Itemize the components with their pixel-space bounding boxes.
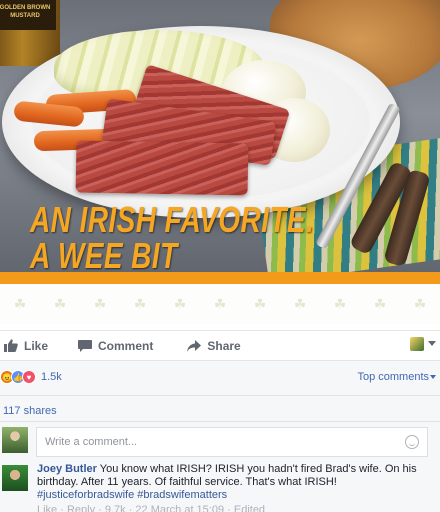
comment-body: Joey Butler You know what IRISH? IRISH y…: [37, 463, 435, 502]
top-comments-dropdown[interactable]: Top comments: [357, 371, 436, 383]
shamrock-icon: ☘: [213, 295, 227, 312]
comment-input[interactable]: Write a comment...: [36, 427, 428, 457]
comments-section: 😠 👍 ♥ 1.5k Top comments 117 shares Write…: [0, 360, 440, 512]
shamrock-icon: ☘: [413, 295, 427, 312]
shamrock-icon: ☘: [373, 295, 387, 312]
post-photo[interactable]: GOLDEN BROWN MUSTARD AN IRISH FAVORITE. …: [0, 0, 440, 284]
like-label: Like: [24, 338, 49, 353]
thumbs-up-icon: [4, 339, 18, 352]
jar-label: GOLDEN BROWN MUSTARD: [0, 0, 56, 30]
comment-button[interactable]: Comment: [78, 339, 153, 353]
page-avatar-selector[interactable]: [410, 337, 424, 351]
like-button[interactable]: Like: [4, 339, 48, 353]
comment-input-placeholder: Write a comment...: [45, 436, 138, 448]
headline-line-1: AN IRISH FAVORITE.: [30, 199, 315, 240]
hashtag-link[interactable]: #bradswifematters: [137, 489, 227, 501]
reaction-count[interactable]: 1.5k: [41, 371, 62, 383]
top-comments-label: Top comments: [357, 371, 429, 383]
hashtag-link[interactable]: #justiceforbradswife: [37, 489, 134, 501]
share-button[interactable]: Share: [187, 338, 241, 353]
emoji-icon[interactable]: [405, 435, 419, 449]
shamrock-icon: ☘: [53, 295, 67, 312]
share-label: Share: [207, 338, 241, 353]
speech-bubble-icon: [78, 339, 93, 352]
shamrock-icon: ☘: [253, 295, 267, 312]
divider: [0, 395, 440, 396]
post-action-bar: Like Comment Share: [0, 330, 440, 360]
share-arrow-icon: [187, 339, 202, 352]
orange-bar: [0, 272, 440, 284]
shamrock-icon: ☘: [13, 295, 27, 312]
shamrock-icon: ☘: [293, 295, 307, 312]
mustard-jar: GOLDEN BROWN MUSTARD: [0, 0, 60, 66]
shamrock-icon: ☘: [173, 295, 187, 312]
reactions-summary[interactable]: 😠 👍 ♥ 1.5k: [0, 367, 62, 387]
chevron-down-icon[interactable]: [428, 341, 436, 346]
divider: [0, 421, 440, 422]
comment-label: Comment: [98, 338, 154, 353]
shamrock-icon: ☘: [333, 295, 347, 312]
shares-count-link[interactable]: 117 shares: [3, 405, 57, 417]
commenter-avatar[interactable]: [2, 465, 28, 491]
current-user-avatar[interactable]: [2, 427, 28, 453]
shamrock-icon: ☘: [133, 295, 147, 312]
shamrock-icon: ☘: [93, 295, 107, 312]
shamrock-pattern-strip: ☘ ☘ ☘ ☘ ☘ ☘ ☘ ☘ ☘ ☘ ☘: [0, 284, 440, 324]
love-reaction-icon: ♥: [22, 370, 36, 384]
corned-beef-slice: [75, 140, 249, 196]
comment-meta[interactable]: Like · Reply · 9.7k · 22 March at 15:09 …: [37, 504, 337, 512]
caret-down-icon: [430, 375, 436, 380]
comment-author[interactable]: Joey Butler: [37, 463, 97, 475]
